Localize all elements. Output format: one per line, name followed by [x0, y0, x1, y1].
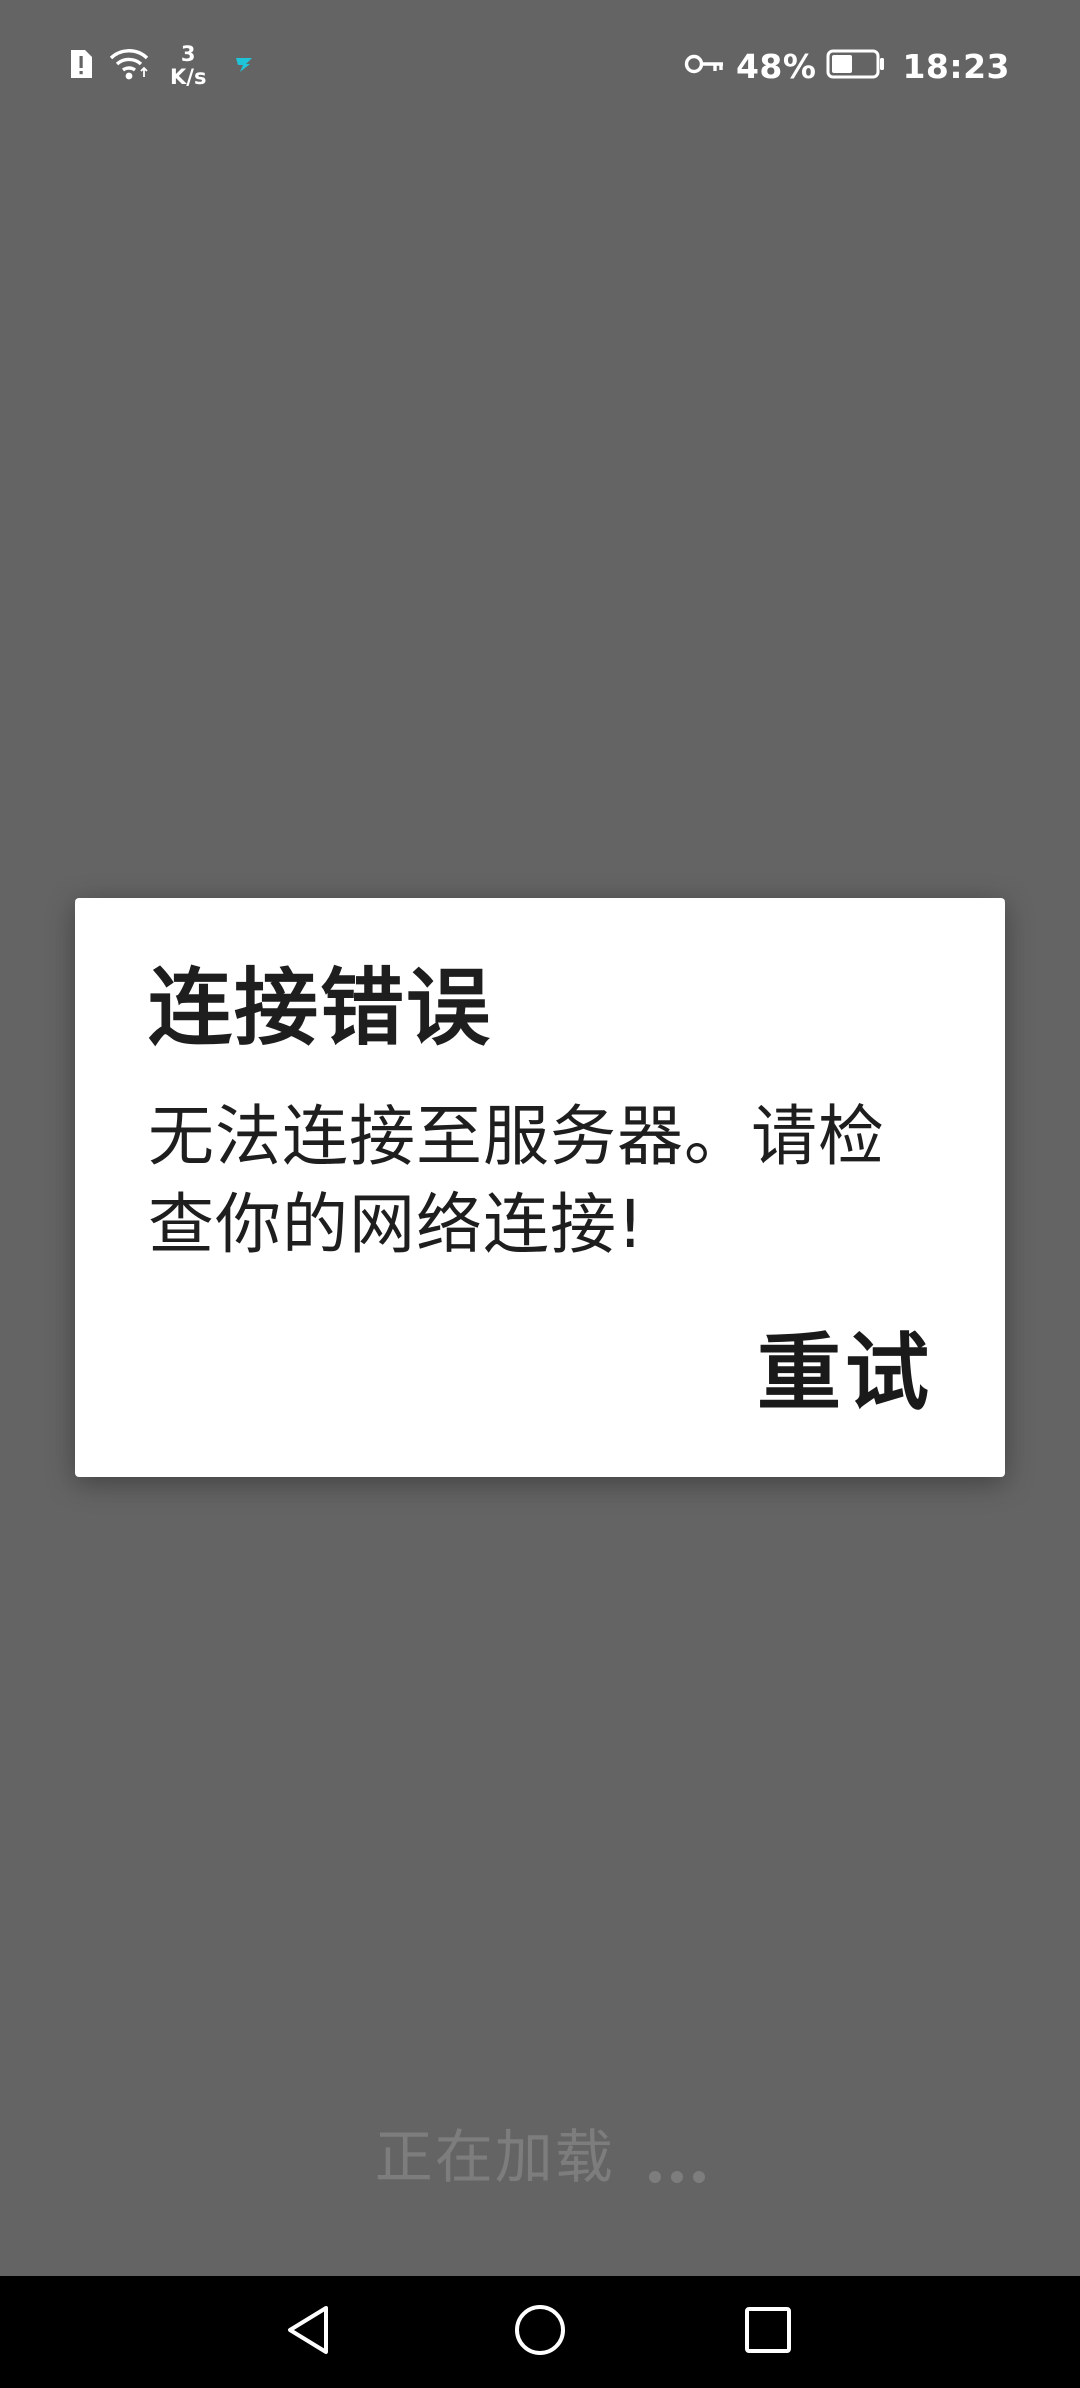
alert-sim-icon	[68, 47, 94, 85]
retry-button[interactable]: 重试	[757, 1323, 933, 1423]
status-bar-right: 48% 18:23	[684, 40, 1010, 92]
loading-text: 正在加载	[374, 2123, 615, 2191]
battery-icon	[826, 48, 886, 84]
loading-dots	[649, 2171, 706, 2183]
loading-indicator: 正在加载	[0, 2110, 1080, 2194]
network-speed-unit: K/s	[170, 65, 207, 89]
home-button[interactable]	[512, 2304, 568, 2360]
clock: 18:23	[902, 46, 1010, 86]
key-icon	[684, 51, 726, 81]
loading-dot	[649, 2171, 662, 2183]
loading-dot	[671, 2171, 684, 2183]
loading-dot	[693, 2171, 706, 2183]
dialog-title: 连接错误	[148, 959, 493, 1057]
connection-error-dialog: 连接错误 无法连接至服务器。请检查你的网络连接! 重试	[75, 898, 1005, 1477]
status-bar: 3 K/s 48% 18:23	[0, 0, 1080, 130]
network-speed-value: 3	[180, 42, 196, 66]
navigation-bar	[0, 2276, 1080, 2388]
battery-fill	[832, 55, 853, 73]
battery-percent: 48%	[735, 46, 817, 86]
recents-icon	[742, 2304, 794, 2360]
home-icon	[512, 2302, 568, 2362]
status-bar-left: 3 K/s	[68, 40, 254, 92]
recents-button[interactable]	[740, 2304, 796, 2360]
dialog-message: 无法连接至服务器。请检查你的网络连接!	[148, 1098, 885, 1263]
back-button[interactable]	[280, 2304, 336, 2360]
back-icon	[282, 2302, 334, 2362]
app-notification-icon	[234, 54, 254, 78]
screen: 3 K/s 48% 18:23 连接错误 无法连接至服务器。请检查你的网络连接!…	[0, 0, 1080, 2388]
wifi-icon	[108, 47, 150, 85]
network-speed: 3 K/s	[170, 43, 206, 89]
